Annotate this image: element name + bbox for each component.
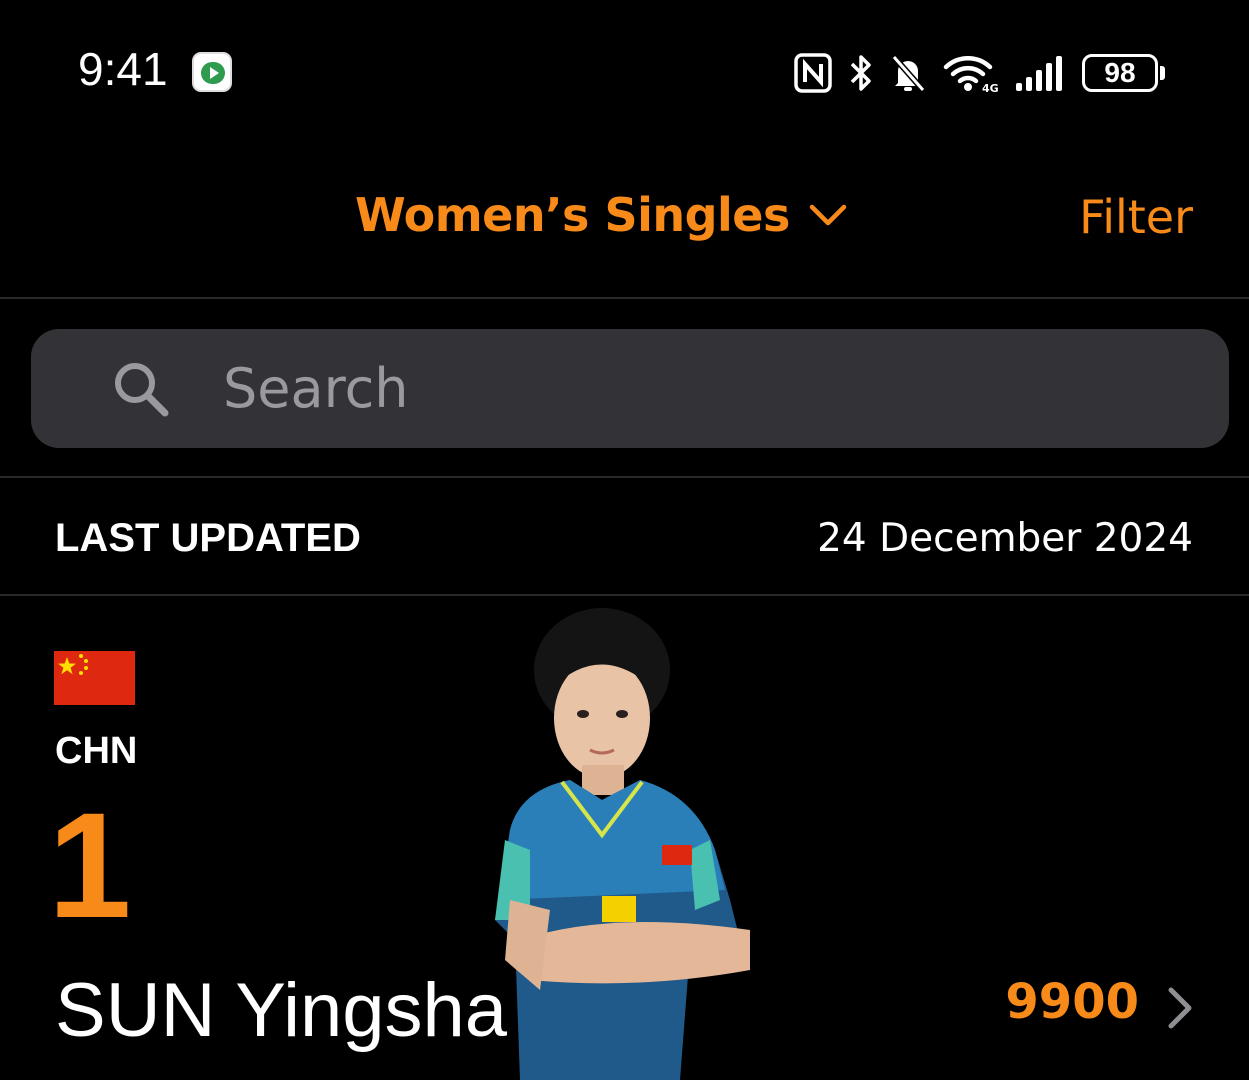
last-updated-label: LAST UPDATED bbox=[55, 516, 361, 560]
search-input[interactable] bbox=[221, 356, 1229, 421]
search-icon bbox=[115, 362, 169, 416]
signal-icon bbox=[1016, 56, 1062, 91]
status-icons: 4G 98 bbox=[794, 50, 1165, 96]
last-updated-divider bbox=[0, 594, 1249, 596]
nfc-icon bbox=[794, 53, 832, 93]
wifi-icon: 4G bbox=[943, 56, 998, 93]
video-app-icon bbox=[192, 52, 232, 92]
player-name: SUN Yingsha bbox=[55, 968, 508, 1053]
battery-level: 98 bbox=[1082, 54, 1158, 92]
player-points: 9900 bbox=[1005, 974, 1139, 1030]
status-time: 9:41 bbox=[78, 43, 168, 95]
svg-text:4G: 4G bbox=[982, 82, 998, 93]
header-divider bbox=[0, 297, 1249, 299]
chevron-down-icon bbox=[809, 204, 847, 226]
last-updated-date: 24 December 2024 bbox=[817, 516, 1193, 561]
player-country: CHN bbox=[55, 730, 138, 772]
battery-icon: 98 bbox=[1082, 54, 1165, 92]
bell-muted-icon bbox=[891, 55, 926, 92]
player-rank: 1 bbox=[48, 781, 132, 949]
chevron-right-icon bbox=[1168, 987, 1192, 1029]
category-dropdown[interactable]: Women’s Singles bbox=[355, 188, 848, 242]
category-label: Women’s Singles bbox=[355, 188, 790, 242]
filter-button[interactable]: Filter bbox=[1079, 190, 1193, 244]
search-bar[interactable] bbox=[31, 329, 1229, 448]
bluetooth-icon bbox=[850, 55, 871, 91]
player-photo bbox=[495, 608, 750, 1080]
search-divider bbox=[0, 476, 1249, 478]
china-flag-icon bbox=[54, 651, 135, 705]
